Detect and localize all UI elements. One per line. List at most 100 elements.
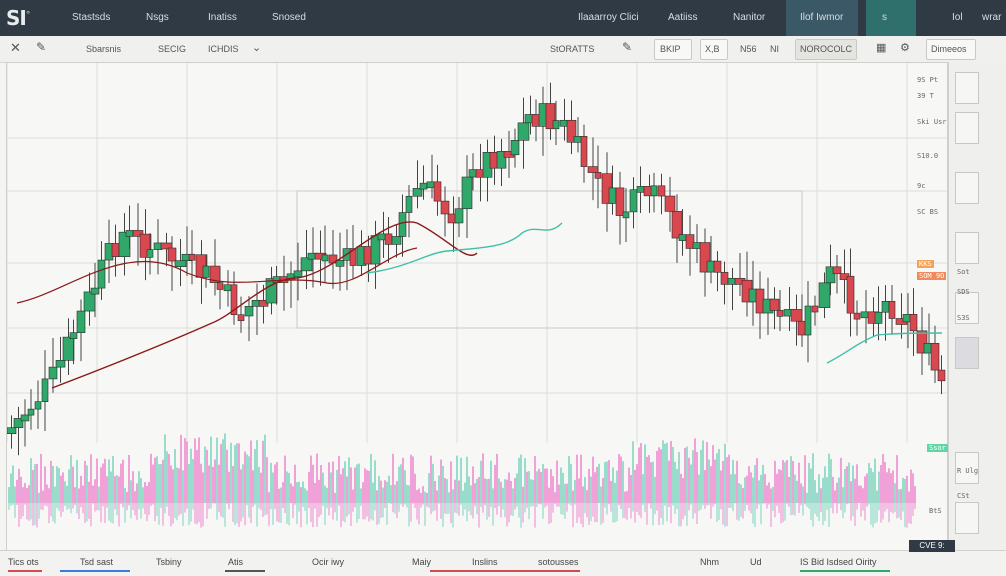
candle-body [937, 369, 946, 382]
candle-body [48, 366, 58, 380]
candle-body [440, 200, 450, 215]
candle-body [41, 378, 49, 402]
bottom-item[interactable]: Tsd sast [80, 557, 113, 567]
candle-body [636, 186, 645, 193]
toolbar-n56[interactable]: N56 [740, 44, 757, 54]
candle-body [202, 265, 210, 278]
candle-body [7, 427, 17, 435]
candle-body [881, 301, 890, 313]
axis-label: 9c [917, 182, 926, 190]
bottom-underline [225, 570, 265, 572]
axis-cell[interactable] [955, 232, 979, 264]
axis-label: BtS [929, 507, 942, 515]
nav-item-s[interactable]: s [882, 12, 887, 23]
candle-body [622, 211, 630, 219]
bottom-item[interactable]: Ocir iwy [312, 557, 344, 567]
grid-icon[interactable]: ▦ [876, 41, 886, 54]
nav-item-wrar[interactable]: wrar [982, 12, 1001, 23]
candle-body [720, 271, 729, 285]
candle-body [146, 249, 154, 258]
chart-toolbar: ✕ ✎ Sbarsnis SECIG ICHDIS ⌄ StORATTS ✎ B… [0, 36, 1006, 63]
toolbar-ni[interactable]: NI [770, 44, 779, 54]
toolbar-storatts[interactable]: StORATTS [550, 44, 594, 54]
nav-item-iol[interactable]: Iol [952, 12, 963, 23]
axis-cell[interactable] [955, 112, 979, 144]
candle-body [125, 230, 134, 237]
candle-body [384, 233, 393, 245]
nav-item-library[interactable]: Ilaaarroy Clici [578, 12, 639, 23]
axis-cell[interactable] [955, 337, 979, 369]
candle-body [412, 188, 423, 197]
candle-body [510, 140, 520, 156]
pencil-icon[interactable]: ✎ [36, 40, 46, 54]
axis-cell[interactable] [955, 502, 979, 534]
nav-item-ilof[interactable]: Ilof Iwmor [800, 12, 843, 23]
candle-body [629, 189, 638, 213]
candle-body [62, 336, 75, 361]
candle-body [615, 187, 625, 216]
nav-highlight-teal [866, 0, 916, 36]
chart-area[interactable] [6, 62, 948, 552]
current-price-tag: CVE 9: [909, 540, 955, 552]
top-navigation-bar: SI° Stastsds Nsgs Inatiss Snosed Ilaaarr… [0, 0, 1006, 36]
toolbar-sbarsnis[interactable]: Sbarsnis [86, 44, 121, 54]
candle-body [930, 342, 940, 371]
candle-body [580, 136, 588, 167]
bottom-underline [60, 570, 130, 572]
candle-body [594, 172, 602, 179]
candlestick-chart[interactable] [7, 63, 947, 551]
pen-icon[interactable]: ✎ [622, 40, 632, 54]
nav-item-stats[interactable]: Stastsds [72, 12, 110, 23]
axis-cell[interactable] [955, 72, 979, 104]
bottom-item[interactable]: Atis [228, 557, 243, 567]
candle-body [433, 181, 442, 202]
nav-item-snosed[interactable]: Snosed [272, 12, 306, 23]
toolbar-ichdis[interactable]: ICHDIS [208, 44, 239, 54]
candle-body [405, 195, 413, 213]
nav-item-inatiss[interactable]: Inatiss [208, 12, 237, 23]
candle-body [853, 312, 861, 320]
candle-body [237, 314, 245, 322]
candle-body [517, 122, 530, 141]
bottom-item[interactable]: Tsbiny [156, 557, 182, 567]
axis-price-tag: SOM 9O [917, 272, 947, 280]
app-logo[interactable]: SI° [6, 6, 30, 30]
bottom-item[interactable]: Tics ots [8, 557, 39, 567]
candle-body [776, 310, 784, 317]
axis-label: CSt [957, 492, 970, 500]
candle-body [55, 360, 66, 368]
candle-body [398, 212, 407, 237]
axis-label: Sot [957, 268, 970, 276]
nav-item-monitor[interactable]: Nanitor [733, 12, 765, 23]
candle-body [90, 287, 100, 295]
candle-body [461, 176, 473, 210]
candle-body [321, 254, 329, 262]
bottom-underline [430, 570, 580, 572]
chevron-down-icon[interactable]: ⌄ [252, 41, 261, 54]
nav-item-news[interactable]: Nsgs [146, 12, 169, 23]
bottom-item[interactable]: Inslins [472, 557, 498, 567]
toolbar-secig[interactable]: SECIG [158, 44, 186, 54]
bottom-item[interactable]: Nhm [700, 557, 719, 567]
axis-cell[interactable] [955, 172, 979, 204]
nav-item-aatiiss[interactable]: Aatiiss [668, 12, 697, 23]
bottom-item[interactable]: Maiy [412, 557, 431, 567]
candle-body [587, 166, 599, 173]
candle-body [671, 211, 683, 239]
candle-body [846, 275, 855, 314]
candle-body [909, 314, 918, 332]
candle-body [769, 298, 780, 311]
candle-body [804, 305, 812, 336]
toolbar-norococ: NOROCOLC [800, 44, 853, 54]
candle-body [76, 310, 86, 333]
candle-body [244, 306, 254, 317]
bottom-item[interactable]: Ud [750, 557, 762, 567]
candle-body [454, 208, 464, 224]
candle-body [391, 236, 402, 245]
bottom-item[interactable]: IS Bid Isdsed Oirity [800, 557, 877, 567]
volume-series [8, 433, 916, 528]
settings-icon[interactable]: ⚙ [900, 41, 910, 54]
close-icon[interactable]: ✕ [10, 40, 21, 56]
bottom-item[interactable]: sotousses [538, 557, 579, 567]
candle-body [20, 414, 30, 422]
